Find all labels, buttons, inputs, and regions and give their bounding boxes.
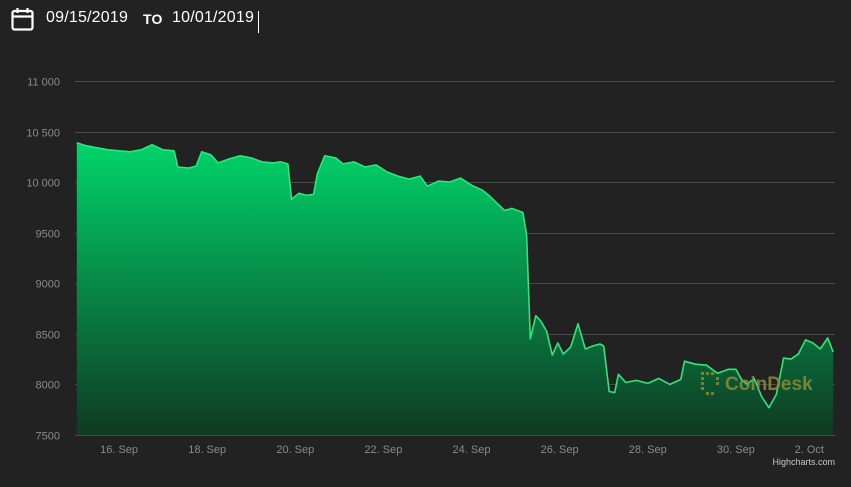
- y-tick-label: 10 500: [26, 128, 60, 140]
- y-tick-label: 11 000: [27, 77, 60, 89]
- x-tick-label: 2. Oct: [795, 444, 824, 456]
- x-tick-label: 16. Sep: [100, 444, 138, 456]
- x-tick-label: 26. Sep: [541, 444, 579, 456]
- y-tick-label: 9500: [36, 229, 60, 241]
- watermark-text: CoinDesk: [725, 374, 813, 395]
- y-tick-label: 7500: [36, 431, 60, 443]
- y-axis-labels: 7500 8000 8500 9000 9500 10 000 10 500 11 000: [26, 77, 60, 443]
- y-tick-label: 10 000: [26, 178, 60, 190]
- y-tick-label: 8500: [36, 330, 60, 342]
- price-area-chart[interactable]: 7500 8000 8500 9000 9500 10 000 10 500 11 000 1…: [0, 0, 851, 487]
- x-tick-label: 30. Sep: [717, 444, 755, 456]
- y-tick-label: 8000: [36, 380, 60, 392]
- x-tick-label: 22. Sep: [364, 444, 402, 456]
- price-area: [76, 142, 834, 435]
- y-tick-label: 9000: [36, 279, 60, 291]
- x-tick-label: 18. Sep: [188, 444, 226, 456]
- highcharts-credit[interactable]: Highcharts.com: [772, 457, 835, 467]
- x-tick-label: 28. Sep: [629, 444, 667, 456]
- x-tick-label: 20. Sep: [276, 444, 314, 456]
- x-tick-label: 24. Sep: [453, 444, 491, 456]
- x-axis-labels: 16. Sep 18. Sep 20. Sep 22. Sep 24. Sep 26. S…: [100, 444, 824, 456]
